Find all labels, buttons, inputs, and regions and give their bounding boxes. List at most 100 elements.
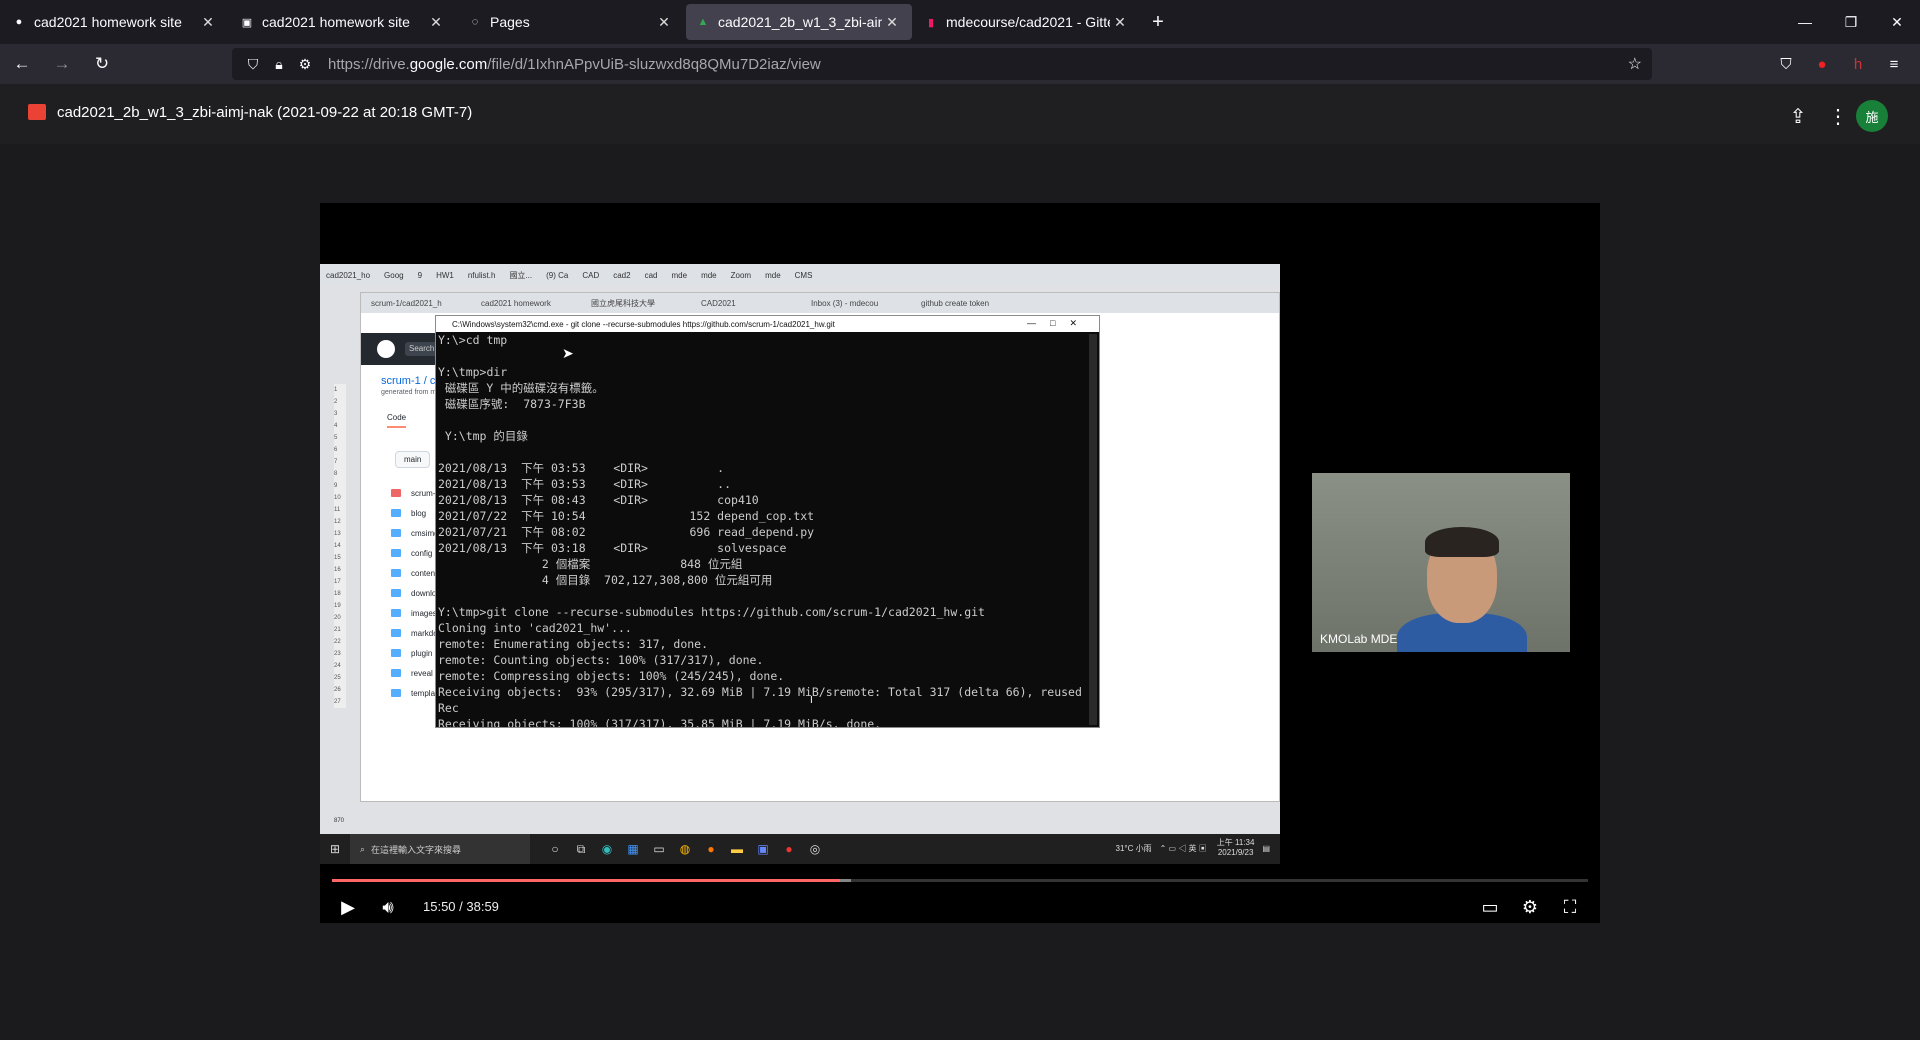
- tab-title: cad2021_2b_w1_3_zbi-aimj-n: [718, 14, 882, 30]
- browser-tab-strip: ● cad2021 homework site ✕ ▣ cad2021 homewor…: [0, 0, 1920, 44]
- recorded-tab: Goog: [384, 270, 404, 280]
- cmd-line: 4 個目錄 702,127,308,800 位元組可用: [438, 573, 773, 587]
- browser-tab[interactable]: ● cad2021 homework site ✕: [2, 4, 228, 40]
- recorded-tab: cad: [644, 270, 658, 280]
- folder-icon: [391, 589, 401, 597]
- text-cursor-icon: I: [810, 695, 813, 706]
- editor-line-numbers: 1 2 3 4 5 6 7 8 9 10 11 12 13 14 15 16 17 18 19 20 21 22 23 24 2…: [334, 384, 346, 708]
- menu-icon[interactable]: ≡: [1876, 48, 1912, 80]
- close-tab-icon[interactable]: ✕: [198, 14, 218, 31]
- recorded-tab: 9: [417, 270, 423, 280]
- permissions-icon[interactable]: ⚙: [294, 56, 316, 73]
- cmd-line: Receiving objects: 100% (317/317), 35.85…: [438, 717, 882, 727]
- windows-taskbar: ⊞ ⌕ 在這裡輸入文字來搜尋 ○ ⧉ ◉ ▦ ▭ ◍ ● ▬ ▣ ● ◎ 31°C…: [320, 834, 1280, 864]
- taskbar-search-text: 在這裡輸入文字來搜尋: [371, 844, 462, 855]
- cmd-line: [438, 412, 1085, 428]
- clock: 上午 11:34 2021/9/23: [1217, 838, 1255, 858]
- cmd-line: remote: Enumerating objects: 317, done.: [438, 637, 709, 651]
- pocket-icon[interactable]: ⛉: [1768, 48, 1804, 80]
- firefox-icon: ●: [707, 841, 715, 856]
- close-window-icon[interactable]: ✕: [1874, 0, 1920, 44]
- recorded-tab: mde: [671, 270, 688, 280]
- cmd-line: remote: Counting objects: 100% (317/317)…: [438, 653, 764, 667]
- app-icon: ▣: [757, 841, 769, 856]
- url-prefix: https://drive.: [328, 55, 410, 73]
- recorded-tab: 國立虎尾科技大學: [591, 298, 655, 308]
- minimize-icon[interactable]: —: [1782, 0, 1828, 44]
- captions-icon[interactable]: ▭: [1472, 891, 1508, 923]
- cmd-line: 2 個檔案 848 位元組: [438, 557, 743, 571]
- lock-icon[interactable]: 🔒︎: [268, 56, 290, 73]
- mouse-cursor-icon: ➤: [562, 345, 574, 361]
- file-name: config: [411, 548, 433, 558]
- folder-icon: [391, 629, 401, 637]
- recorded-tab: CMS: [794, 270, 813, 280]
- restore-icon[interactable]: ❐: [1828, 0, 1874, 44]
- cmd-line: Y:\tmp>dir: [438, 365, 508, 379]
- cmd-line: 2021/08/13 下午 03:53 <DIR> .: [438, 461, 725, 475]
- more-options-icon[interactable]: ⋮: [1822, 100, 1854, 132]
- chrome-icon: ◍: [679, 841, 691, 856]
- add-to-drive-icon[interactable]: ⇪: [1782, 100, 1814, 132]
- webcam-overlay: KMOLab MDE: [1312, 473, 1570, 652]
- navigation-toolbar: ← → ↻ ⛉ 🔒︎ ⚙ https://drive.google.com/fi…: [0, 44, 1920, 84]
- volume-icon[interactable]: 🔊︎: [370, 891, 406, 923]
- notification-icon: ▤: [1262, 843, 1270, 853]
- play-icon[interactable]: ▶: [330, 891, 366, 923]
- participant-name: KMOLab MDE: [1320, 632, 1398, 646]
- recorded-tab: CAD: [582, 270, 600, 280]
- recorded-tab: cad2021 homework: [481, 298, 551, 308]
- cmd-line: 磁碟區 Y 中的磁碟沒有標籤。: [438, 381, 604, 395]
- recorded-tab: CAD2021: [701, 298, 736, 308]
- task-view-icon: ⧉: [576, 841, 586, 856]
- new-tab-button[interactable]: +: [1140, 4, 1176, 40]
- folder-icon: [391, 569, 401, 577]
- close-tab-icon[interactable]: ✕: [1110, 14, 1130, 31]
- shield-icon[interactable]: ⛉: [242, 56, 264, 73]
- edge-icon: ◉: [601, 841, 613, 856]
- recorded-tab: (9) Ca: [546, 270, 569, 280]
- branch-selector: main: [395, 451, 431, 468]
- folder-icon: [391, 689, 401, 697]
- browser-tab[interactable]: ▮ mdecourse/cad2021 - Gitter ✕: [914, 4, 1140, 40]
- close-tab-icon[interactable]: ✕: [654, 14, 674, 31]
- tray-icons: ⌃ ▭ ◁ 英 ▣: [1159, 843, 1207, 853]
- address-bar[interactable]: ⛉ 🔒︎ ⚙ https://drive.google.com/file/d/1…: [232, 48, 1652, 80]
- cmd-line: Receiving objects: 93% (295/317), 32.69 …: [438, 685, 1082, 699]
- globe-icon: ◌: [471, 16, 479, 28]
- tab-title: Pages: [490, 14, 530, 30]
- recorded-tab: Zoom: [730, 270, 752, 280]
- cmd-titlebar: C:\Windows\system32\cmd.exe - git clone …: [436, 316, 1099, 332]
- seek-bar[interactable]: [332, 879, 1588, 882]
- hypothesis-icon[interactable]: h: [1840, 48, 1876, 80]
- cmd-line: Rec: [438, 701, 459, 715]
- reload-icon[interactable]: ↻: [84, 48, 120, 80]
- browser-tab-active[interactable]: ▲ cad2021_2b_w1_3_zbi-aimj-n✕: [686, 4, 912, 40]
- cmd-line: Y:\>cd tmp: [438, 333, 508, 347]
- github-icon: ●: [15, 16, 23, 28]
- bookmark-star-icon[interactable]: ☆: [1628, 54, 1642, 74]
- close-tab-icon[interactable]: ✕: [426, 14, 446, 31]
- fullscreen-icon[interactable]: ⛶: [1552, 891, 1588, 923]
- clock-date: 2021/9/23: [1217, 848, 1254, 857]
- github-icon: ▣: [241, 16, 253, 29]
- extension-icon[interactable]: ●: [1804, 48, 1840, 80]
- settings-gear-icon[interactable]: ⚙: [1512, 891, 1548, 923]
- cmd-line: Y:\tmp 的目錄: [438, 429, 528, 443]
- terminal-icon: ▭: [653, 841, 665, 856]
- file-name: reveal: [411, 668, 433, 678]
- folder-icon: [391, 549, 401, 557]
- back-arrow-icon[interactable]: ←: [4, 48, 40, 80]
- browser-tab[interactable]: ◌ Pages ✕: [458, 4, 684, 40]
- avatar[interactable]: 施: [1856, 100, 1888, 132]
- url-text: https://drive.google.com/file/d/1IxhnAPp…: [328, 56, 821, 73]
- browser-tab[interactable]: ▣ cad2021 homework site ✕: [230, 4, 456, 40]
- file-title: cad2021_2b_w1_3_zbi-aimj-nak (2021-09-22…: [57, 104, 473, 121]
- clock-time: 上午 11:34: [1216, 838, 1255, 847]
- close-tab-icon[interactable]: ✕: [882, 14, 902, 31]
- recorded-tab: mde: [765, 270, 781, 280]
- forward-arrow-icon[interactable]: →: [44, 48, 80, 80]
- video-player[interactable]: cad2021_ho Goog 9 HW1 nfulist.h 國立... (9…: [320, 203, 1600, 923]
- store-icon: ▦: [627, 841, 639, 856]
- github-logo-icon: [377, 340, 395, 358]
